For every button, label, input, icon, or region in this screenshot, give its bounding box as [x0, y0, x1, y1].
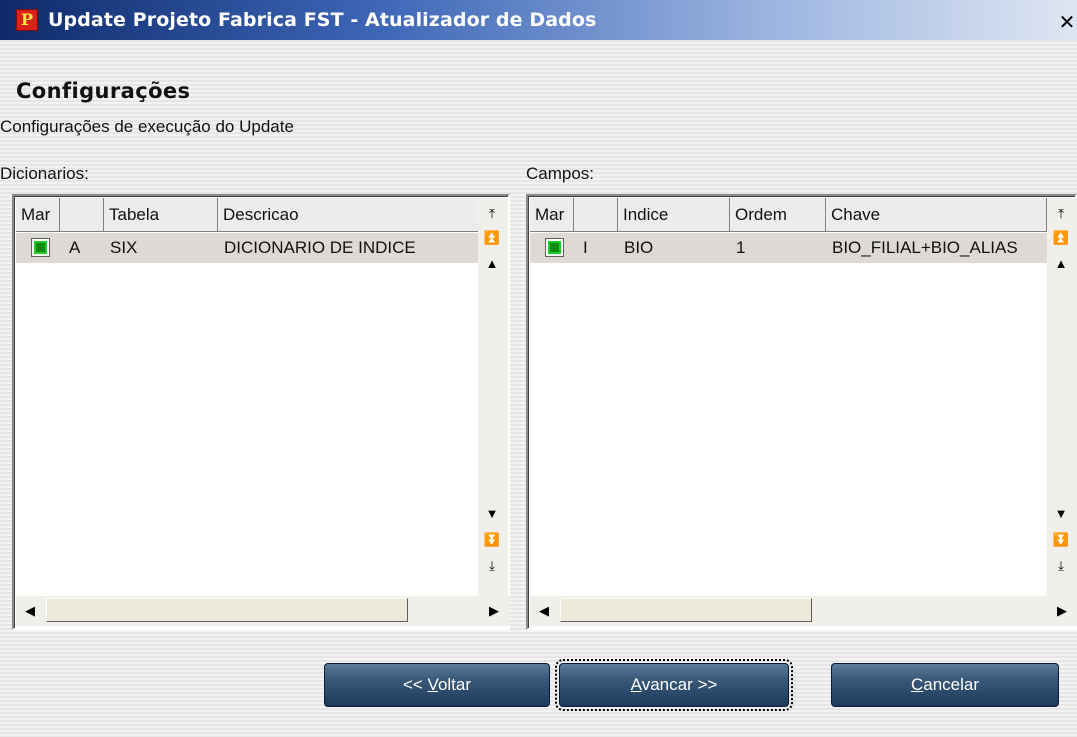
voltar-hotkey: V [427, 675, 438, 694]
row-descricao: DICIONARIO DE INDICE [224, 238, 416, 257]
scroll-bottom-icon[interactable]: ⤓ [1051, 556, 1071, 576]
row-chave: BIO_FILIAL+BIO_ALIAS [832, 238, 1018, 257]
column-header-tabela[interactable]: Tabela [104, 198, 218, 232]
scroll-top-icon[interactable]: ⤒ [1051, 204, 1071, 224]
cancelar-hotkey: C [910, 675, 924, 694]
scroll-page-down-icon[interactable]: ⏬ [482, 530, 502, 550]
column-header-chave[interactable]: Chave [826, 198, 1047, 232]
scroll-left-icon[interactable]: ◀ [534, 601, 554, 621]
scroll-right-icon[interactable]: ▶ [1052, 601, 1072, 621]
campos-label: Campos: [526, 164, 595, 183]
voltar-label: oltar [437, 675, 472, 694]
scroll-up-icon[interactable]: ▲ [482, 254, 502, 274]
table-row[interactable]: I BIO 1 BIO_FILIAL+BIO_ALIAS [530, 233, 1047, 263]
scroll-left-icon[interactable]: ◀ [20, 601, 40, 621]
scroll-right-icon[interactable]: ▶ [484, 601, 504, 621]
avancar-label: vancar >> [641, 675, 718, 694]
scroll-thumb[interactable] [560, 598, 812, 622]
horizontal-scrollbar[interactable]: ◀ ▶ [530, 596, 1077, 626]
window-title: Update Projeto Fabrica FST - Atualizador… [48, 9, 597, 31]
voltar-button[interactable]: << Voltar [324, 663, 550, 707]
column-header-ordem[interactable]: Ordem [730, 198, 826, 232]
scroll-bottom-icon[interactable]: ⤓ [482, 556, 502, 576]
row-flag: A [69, 238, 81, 257]
column-header-indice[interactable]: Indice [618, 198, 730, 232]
row-flag: I [583, 238, 588, 257]
column-header-descricao[interactable]: Descricao [218, 198, 488, 232]
scroll-up-icon[interactable]: ▲ [1051, 254, 1071, 274]
row-ordem: 1 [736, 238, 746, 257]
avancar-button[interactable]: Avancar >> [555, 659, 793, 711]
row-indice: BIO [624, 238, 654, 257]
column-header-flag[interactable] [574, 198, 618, 232]
avancar-hotkey: A [630, 675, 642, 694]
app-logo-icon: P [16, 9, 38, 31]
row-tabela: SIX [110, 238, 138, 257]
vertical-scrollbar[interactable]: ⤒ ⏫ ▲ ▼ ⏬ ⤓ [1047, 198, 1077, 596]
row-checkbox[interactable] [546, 239, 563, 256]
cancelar-button[interactable]: Cancelar [831, 663, 1059, 707]
column-header-mar[interactable]: Mar [530, 198, 574, 232]
column-header-mar[interactable]: Mar [16, 198, 60, 232]
scroll-thumb[interactable] [46, 598, 408, 622]
column-header-flag[interactable] [60, 198, 104, 232]
table-row[interactable]: A SIX DICIONARIO DE INDICE [16, 233, 478, 263]
dicionarios-grid[interactable]: Mar Tabela Descricao A SIX DICIONARIO DE… [12, 194, 510, 630]
vertical-scrollbar[interactable]: ⤒ ⏫ ▲ ▼ ⏬ ⤓ [478, 198, 508, 596]
scroll-page-down-icon[interactable]: ⏬ [1051, 530, 1071, 550]
scroll-page-up-icon[interactable]: ⏫ [482, 228, 502, 248]
scroll-down-icon[interactable]: ▼ [1051, 504, 1071, 524]
dicionarios-label: Dicionarios: [0, 164, 89, 183]
cancelar-label: ancelar [923, 675, 980, 694]
close-icon[interactable]: ✕ [1057, 12, 1077, 32]
campos-grid[interactable]: Mar Indice Ordem Chave I BIO 1 BIO_FILIA… [526, 194, 1077, 630]
page-subtitle: Configurações de execução do Update [0, 117, 294, 136]
scroll-top-icon[interactable]: ⤒ [482, 204, 502, 224]
horizontal-scrollbar[interactable]: ◀ ▶ [16, 596, 510, 626]
title-bar[interactable]: P Update Projeto Fabrica FST - Atualizad… [0, 0, 1077, 40]
scroll-down-icon[interactable]: ▼ [482, 504, 502, 524]
page-title: Configurações [16, 79, 191, 103]
scroll-page-up-icon[interactable]: ⏫ [1051, 228, 1071, 248]
voltar-prefix: << [402, 675, 428, 694]
row-checkbox[interactable] [32, 239, 49, 256]
